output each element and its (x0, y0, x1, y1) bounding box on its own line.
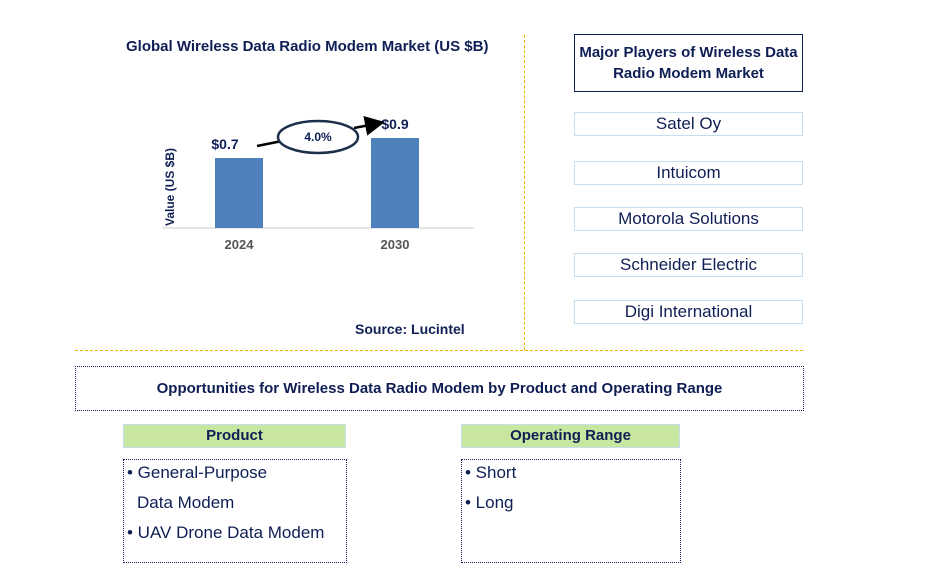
growth-arrow-head (353, 116, 385, 136)
player-item: Schneider Electric (574, 253, 803, 277)
list-item: • General-Purpose (127, 463, 268, 482)
player-item: Motorola Solutions (574, 207, 803, 231)
player-item: Digi International (574, 300, 803, 324)
source-label: Source: Lucintel (355, 321, 465, 337)
players-title: Major Players of Wireless Data Radio Mod… (574, 34, 803, 92)
operating-range-list: • Short • Long (461, 459, 681, 563)
vertical-divider (524, 35, 525, 350)
list-item: • UAV Drone Data Modem (127, 523, 325, 542)
data-label: $0.7 (211, 136, 238, 152)
bar-2030 (371, 138, 419, 228)
bar-chart: 2024 2030 $0.7 $0.9 4.0% (162, 116, 474, 252)
opportunities-title: Opportunities for Wireless Data Radio Mo… (75, 366, 804, 411)
x-tick-label: 2030 (381, 237, 410, 252)
bar-2024 (215, 158, 263, 228)
player-item: Intuicom (574, 161, 803, 185)
data-label: $0.9 (381, 116, 408, 132)
horizontal-divider (75, 350, 803, 351)
product-list: • General-Purpose Data Modem • UAV Drone… (123, 459, 347, 563)
player-item: Satel Oy (574, 112, 803, 136)
product-header: Product (123, 424, 346, 448)
operating-range-header: Operating Range (461, 424, 680, 448)
infographic: Global Wireless Data Radio Modem Market … (0, 0, 932, 583)
list-item: Data Modem (137, 493, 235, 512)
x-tick-label: 2024 (225, 237, 255, 252)
list-item: • Short (465, 463, 517, 482)
cagr-label: 4.0% (304, 130, 332, 144)
list-item: • Long (465, 493, 514, 512)
